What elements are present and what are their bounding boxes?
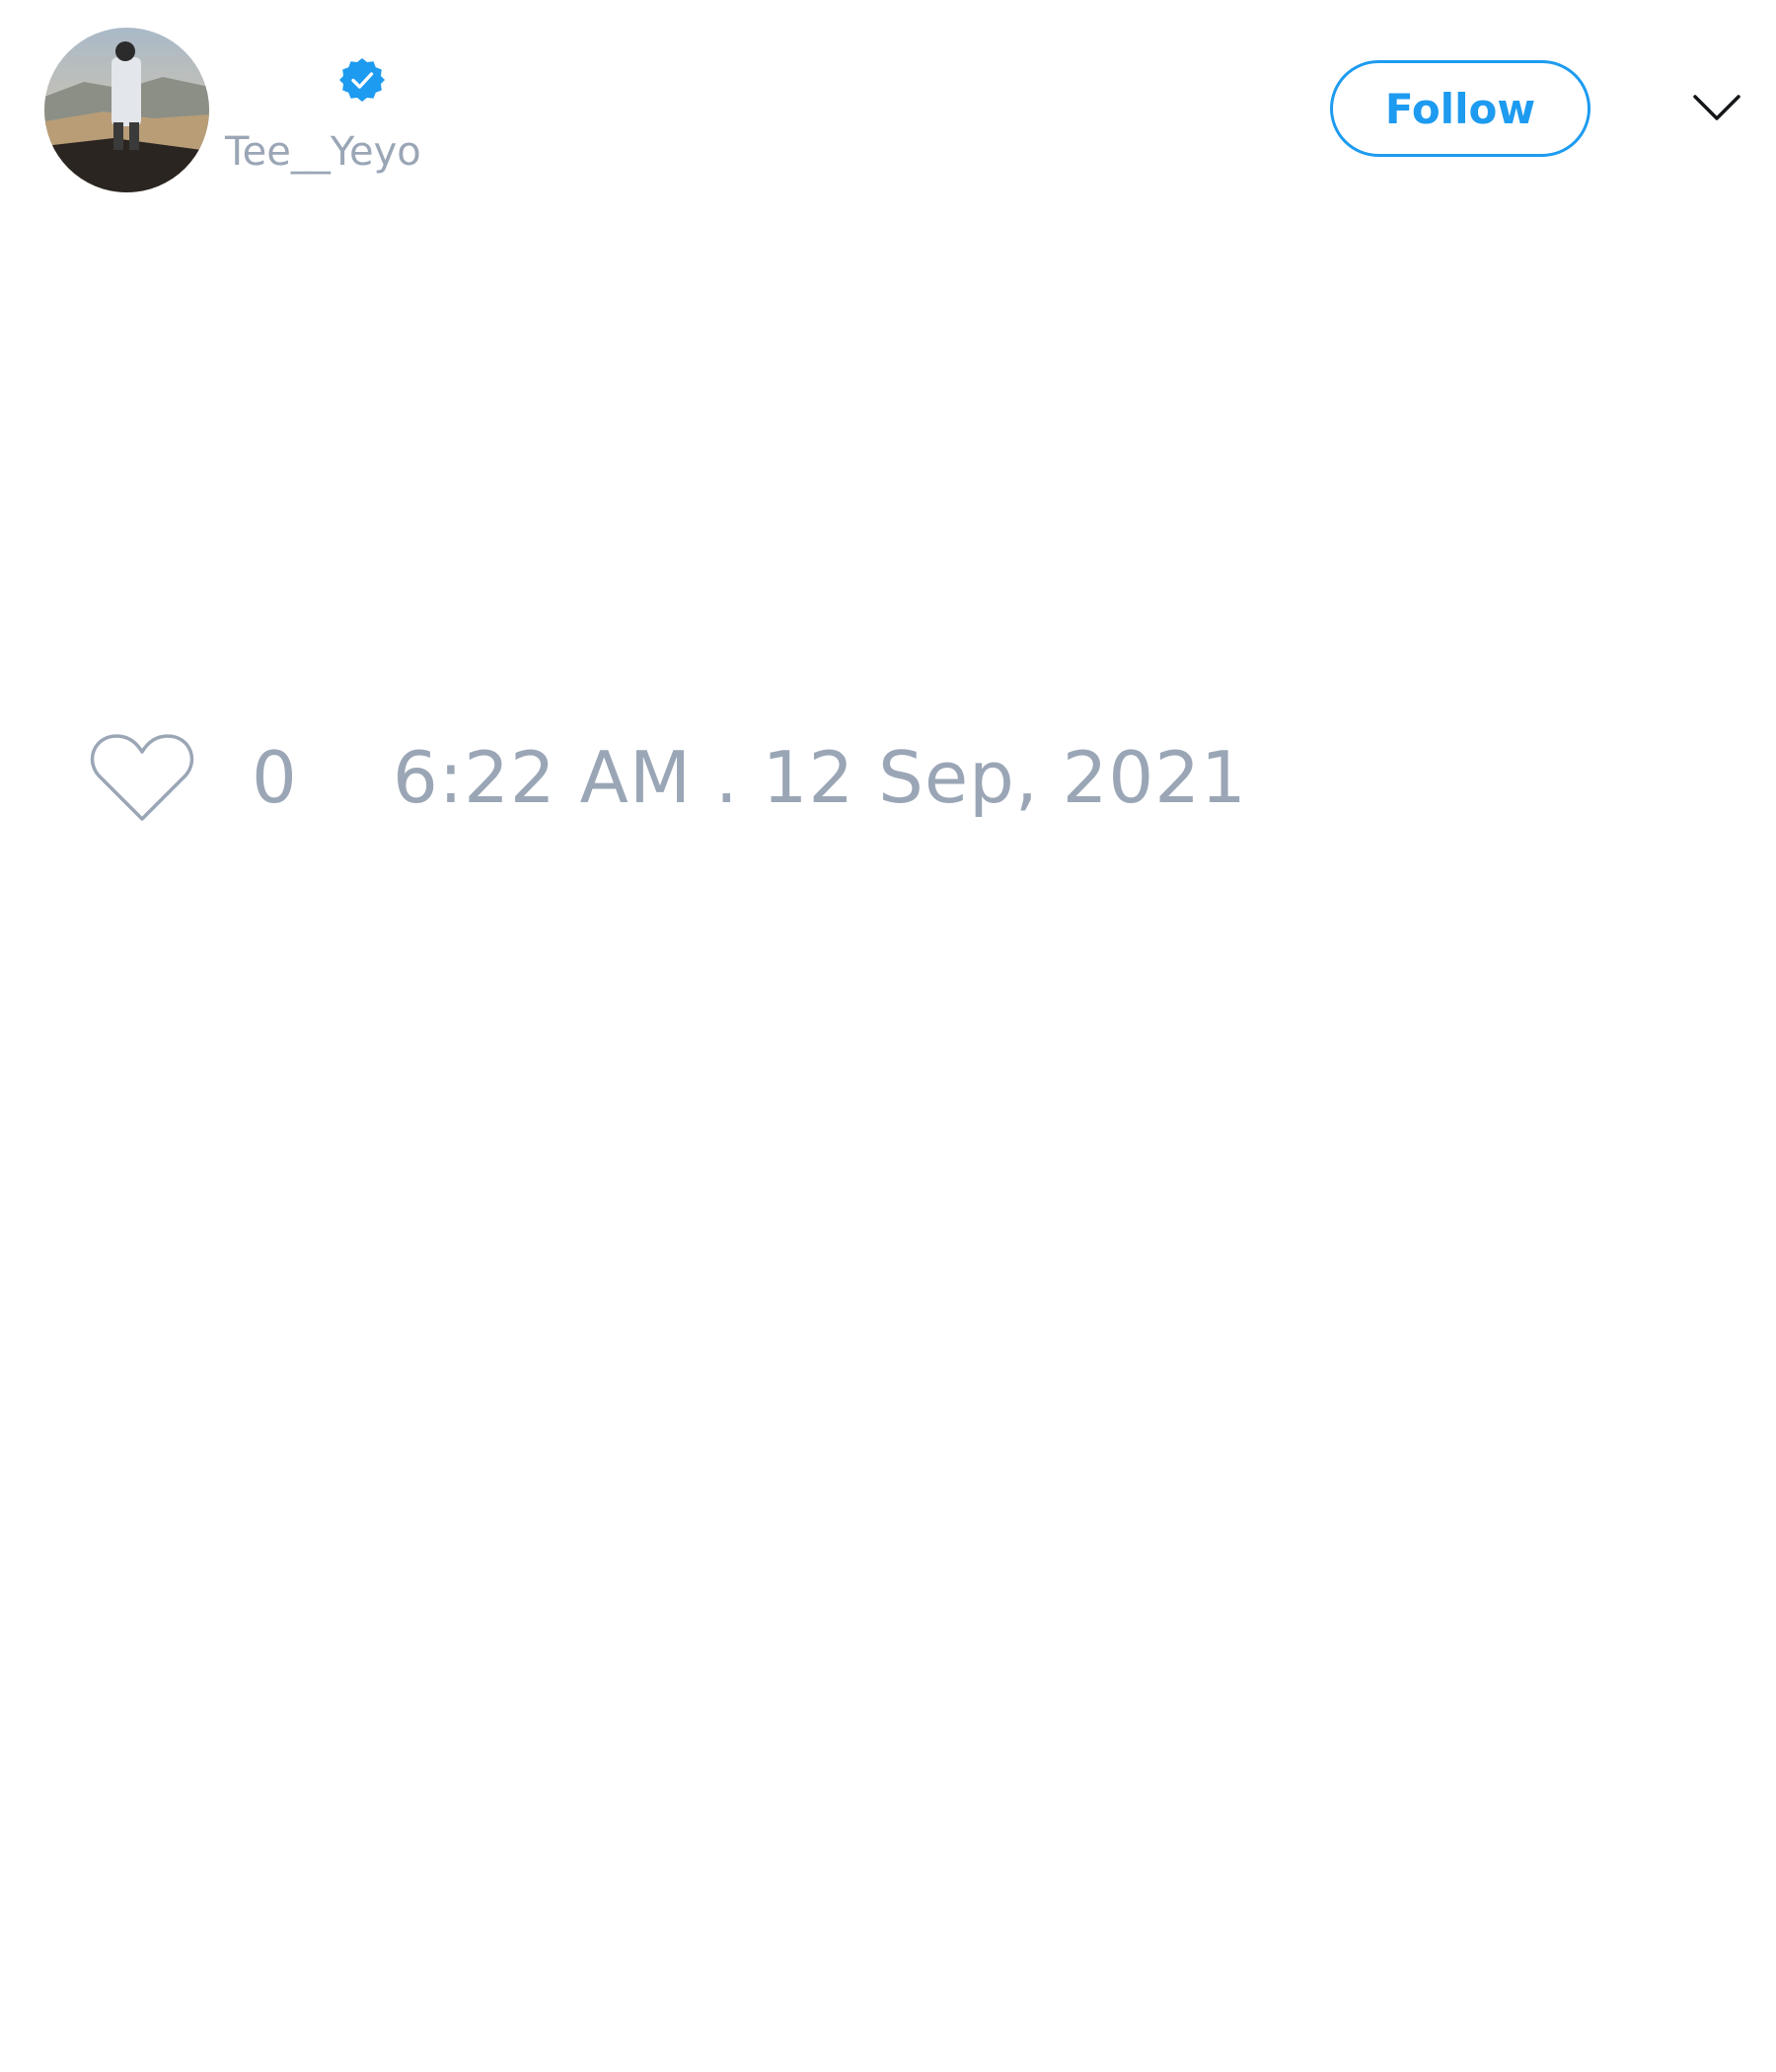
heart-outline-icon <box>90 734 194 821</box>
avatar-image <box>44 28 209 192</box>
tweet-card: Tee__Yeyo Follow 0 6:22 AM . 12 Sep, 202… <box>0 0 1776 2072</box>
tweet-menu-button[interactable] <box>1689 87 1744 130</box>
follow-button[interactable]: Follow <box>1330 60 1591 157</box>
verified-badge-icon <box>339 58 385 102</box>
tweet-timestamp[interactable]: 6:22 AM . 12 Sep, 2021 <box>393 736 1247 819</box>
author-handle[interactable]: Tee__Yeyo <box>225 128 421 176</box>
like-count: 0 <box>252 736 297 819</box>
like-button[interactable] <box>89 730 195 825</box>
chevron-down-icon <box>1693 95 1740 120</box>
author-avatar[interactable] <box>44 28 209 192</box>
